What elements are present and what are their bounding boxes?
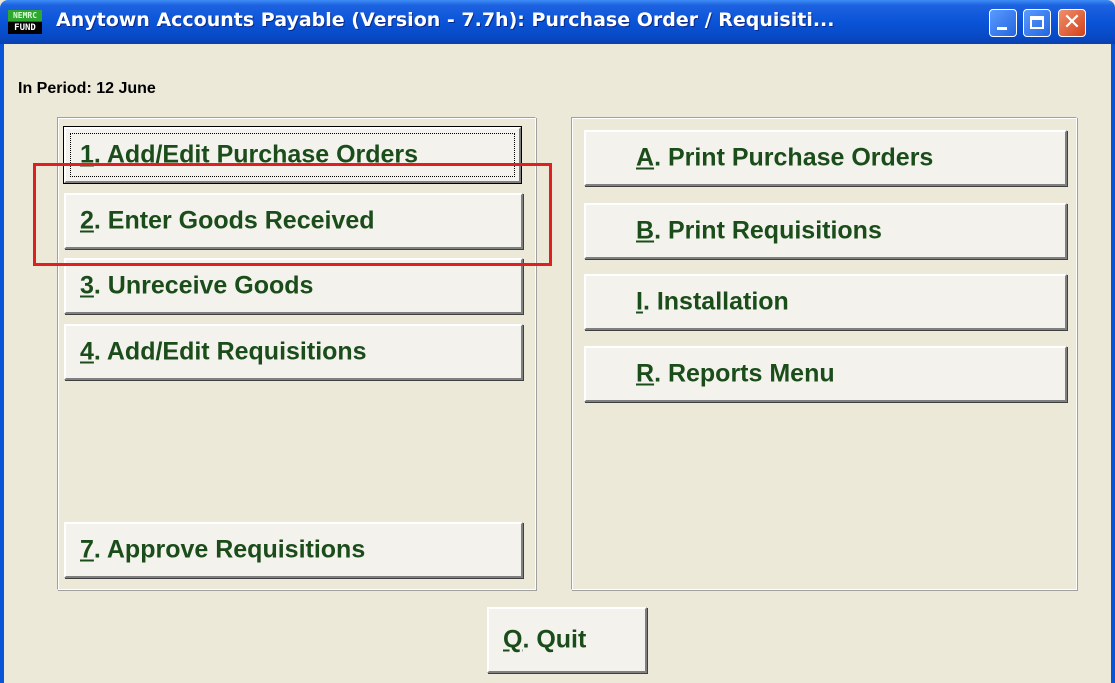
quit-button[interactable]: Q. Quit bbox=[487, 607, 647, 673]
minimize-icon bbox=[997, 27, 1007, 30]
maximize-icon bbox=[1030, 16, 1044, 29]
title-bar[interactable]: NEMRC FUND Anytown Accounts Payable (Ver… bbox=[0, 0, 1115, 44]
window-border-right bbox=[1111, 44, 1115, 683]
add-edit-requisitions-button[interactable]: 4. Add/Edit Requisitions bbox=[64, 324, 523, 380]
close-icon: ✕ bbox=[1062, 10, 1082, 35]
print-requisitions-button[interactable]: B. Print Requisitions bbox=[584, 203, 1067, 259]
application-window: NEMRC FUND Anytown Accounts Payable (Ver… bbox=[0, 0, 1115, 683]
app-icon[interactable]: NEMRC FUND bbox=[8, 10, 42, 34]
button-label: 4. Add/Edit Requisitions bbox=[80, 337, 367, 366]
app-icon-bottom: FUND bbox=[8, 22, 42, 34]
maximize-button[interactable] bbox=[1023, 9, 1051, 37]
app-icon-top: NEMRC bbox=[8, 10, 42, 21]
highlight-annotation bbox=[33, 163, 552, 266]
close-button[interactable]: ✕ bbox=[1058, 9, 1086, 37]
button-label: 7. Approve Requisitions bbox=[80, 535, 366, 564]
window-title: Anytown Accounts Payable (Version - 7.7h… bbox=[56, 9, 835, 31]
button-label: R. Reports Menu bbox=[636, 359, 835, 388]
approve-requisitions-button[interactable]: 7. Approve Requisitions bbox=[64, 522, 523, 578]
button-label: Q. Quit bbox=[503, 625, 587, 654]
button-label: I. Installation bbox=[636, 287, 789, 316]
button-label: 3. Unreceive Goods bbox=[80, 271, 314, 300]
minimize-button[interactable] bbox=[989, 9, 1017, 37]
print-purchase-orders-button[interactable]: A. Print Purchase Orders bbox=[584, 130, 1067, 186]
installation-button[interactable]: I. Installation bbox=[584, 274, 1067, 330]
button-label: B. Print Requisitions bbox=[636, 216, 882, 245]
period-label: In Period: 12 June bbox=[18, 80, 156, 97]
reports-menu-button[interactable]: R. Reports Menu bbox=[584, 346, 1067, 402]
window-border-left bbox=[0, 44, 4, 683]
button-label: A. Print Purchase Orders bbox=[636, 143, 934, 172]
unreceive-goods-button[interactable]: 3. Unreceive Goods bbox=[64, 258, 523, 314]
